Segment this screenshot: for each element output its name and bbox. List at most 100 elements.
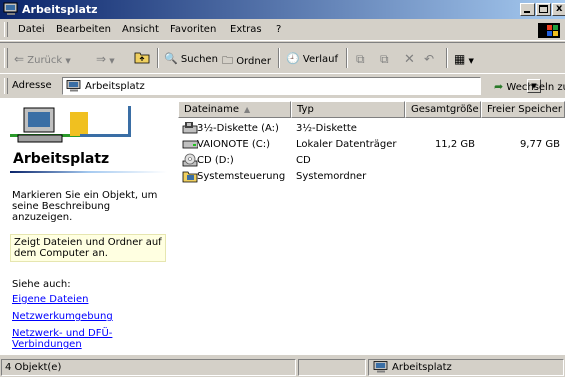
status-bar: 4 Objekt(e) Arbeitsplatz bbox=[0, 358, 565, 377]
row-name: 3½-Diskette (A:) bbox=[197, 123, 279, 134]
link-eigene-dateien[interactable]: Eigene Dateien bbox=[12, 294, 88, 305]
toolbar-separator bbox=[446, 48, 448, 68]
go-arrow-icon: ➦ bbox=[494, 80, 504, 93]
delete-icon: ✕ bbox=[404, 52, 415, 67]
web-view-pane: Arbeitsplatz Markieren Sie ein Objekt, u… bbox=[0, 98, 178, 355]
toolbar-separator bbox=[278, 48, 280, 68]
copy-to-icon: ⧉ bbox=[380, 52, 389, 66]
up-button[interactable] bbox=[134, 50, 150, 67]
chevron-down-icon: ▼ bbox=[468, 57, 474, 65]
maximize-button[interactable] bbox=[536, 3, 551, 16]
table-row[interactable]: CD (D:) CD bbox=[178, 152, 565, 168]
row-name: CD (D:) bbox=[197, 155, 234, 166]
address-input[interactable]: Arbeitsplatz ▼ bbox=[62, 77, 541, 95]
views-icon: ▦ bbox=[454, 52, 466, 66]
chevron-down-icon: ▼ bbox=[65, 57, 71, 65]
link-netzwerk-dfue[interactable]: Netzwerk- und DFÜ-Verbindungen bbox=[12, 328, 122, 350]
pane-note: Zeigt Dateien und Ordner auf dem Compute… bbox=[10, 234, 166, 262]
close-icon: x bbox=[556, 3, 563, 14]
menu-help[interactable]: ? bbox=[276, 24, 281, 35]
folder-up-icon bbox=[134, 52, 150, 64]
table-row[interactable]: 3½-Diskette (A:) 3½-Diskette bbox=[178, 120, 565, 136]
column-header-free[interactable]: Freier Speicher bbox=[481, 101, 565, 118]
cd-drive-icon bbox=[182, 153, 198, 167]
menu-datei[interactable]: Datei bbox=[18, 24, 45, 35]
history-icon: 🕘 bbox=[286, 52, 300, 65]
status-location: Arbeitsplatz bbox=[392, 362, 452, 373]
move-to-icon: ⧉ bbox=[356, 52, 365, 66]
computer-icon bbox=[3, 2, 18, 15]
row-type: Systemordner bbox=[296, 171, 367, 182]
folders-button[interactable]: 🗀 Ordner bbox=[222, 52, 271, 71]
undo-button[interactable]: ↶ bbox=[424, 52, 434, 66]
floppy-drive-icon bbox=[182, 122, 198, 134]
see-also-label: Siehe auch: bbox=[12, 279, 71, 290]
back-arrow-icon: ⇐ bbox=[14, 52, 25, 66]
table-row[interactable]: Systemsteuerung Systemordner bbox=[178, 168, 565, 184]
window-title: Arbeitsplatz bbox=[22, 3, 98, 16]
file-list: Dateiname ▲ Typ Gesamtgröße Freier Speich… bbox=[178, 98, 565, 355]
row-type: Lokaler Datenträger bbox=[296, 139, 397, 150]
search-icon: 🔍 bbox=[164, 52, 178, 65]
menu-bearbeiten[interactable]: Bearbeiten bbox=[56, 24, 111, 35]
explorer-window: Arbeitsplatz x Datei Bearbeiten Ansicht … bbox=[0, 0, 565, 377]
row-type: CD bbox=[296, 155, 311, 166]
views-button[interactable]: ▦ ▼ bbox=[454, 52, 474, 66]
forward-arrow-icon: ⇒ bbox=[96, 52, 107, 66]
row-name: VAIONOTE (C:) bbox=[197, 139, 270, 150]
menu-grip[interactable] bbox=[4, 22, 8, 37]
computer-icon bbox=[66, 80, 81, 92]
maximize-icon bbox=[539, 5, 548, 13]
forward-button[interactable]: ⇒ ▼ bbox=[96, 52, 115, 66]
address-bar: Adresse Arbeitsplatz ▼ ➦ Wechseln zu bbox=[0, 73, 565, 99]
row-type: 3½-Diskette bbox=[296, 123, 357, 134]
history-button[interactable]: 🕘 Verlauf bbox=[286, 52, 338, 65]
standard-toolbar: ⇐ Zurück ▼ ⇒ ▼ 🔍 Suchen 🗀 Ordner 🕘 Verla… bbox=[0, 42, 565, 73]
row-free: 9,77 GB bbox=[519, 139, 560, 150]
minimize-icon bbox=[524, 11, 530, 13]
copy-to-button[interactable]: ⧉ bbox=[380, 52, 389, 67]
column-header-name[interactable]: Dateiname ▲ bbox=[178, 101, 291, 118]
chevron-down-icon: ▼ bbox=[109, 57, 115, 65]
content-area: Arbeitsplatz Markieren Sie ein Objekt, u… bbox=[0, 98, 565, 355]
status-empty-panel bbox=[298, 359, 366, 376]
pane-hint: Markieren Sie ein Objekt, um seine Besch… bbox=[12, 190, 158, 223]
title-bar[interactable]: Arbeitsplatz x bbox=[0, 0, 565, 19]
status-count: 4 Objekt(e) bbox=[5, 362, 62, 373]
column-header-type[interactable]: Typ bbox=[291, 101, 405, 118]
status-count-panel: 4 Objekt(e) bbox=[1, 359, 296, 376]
link-netzwerkumgebung[interactable]: Netzwerkumgebung bbox=[12, 311, 113, 322]
menu-extras[interactable]: Extras bbox=[230, 24, 262, 35]
column-header-size[interactable]: Gesamtgröße bbox=[405, 101, 481, 118]
computer-hero-icon bbox=[10, 106, 131, 143]
close-button[interactable]: x bbox=[552, 3, 565, 16]
hard-drive-icon bbox=[182, 140, 198, 149]
computer-icon bbox=[373, 361, 388, 373]
menu-bar: Datei Bearbeiten Ansicht Favoriten Extra… bbox=[0, 20, 565, 41]
pane-divider bbox=[10, 171, 167, 173]
address-value: Arbeitsplatz bbox=[85, 81, 145, 92]
search-button[interactable]: 🔍 Suchen bbox=[164, 52, 218, 65]
minimize-button[interactable] bbox=[520, 3, 535, 16]
delete-button[interactable]: ✕ bbox=[404, 52, 415, 67]
address-label: Adresse bbox=[12, 80, 52, 91]
menu-favoriten[interactable]: Favoriten bbox=[170, 24, 216, 35]
status-location-panel: Arbeitsplatz bbox=[368, 359, 564, 376]
table-row[interactable]: VAIONOTE (C:) Lokaler Datenträger 11,2 G… bbox=[178, 136, 565, 152]
windows-logo-icon bbox=[538, 23, 560, 38]
control-panel-icon bbox=[182, 171, 198, 183]
sort-ascending-icon: ▲ bbox=[244, 105, 251, 114]
toolbar-separator bbox=[157, 48, 159, 68]
address-grip[interactable] bbox=[4, 78, 8, 94]
go-button[interactable]: ➦ Wechseln zu bbox=[494, 80, 565, 93]
menu-ansicht[interactable]: Ansicht bbox=[122, 24, 159, 35]
pane-title: Arbeitsplatz bbox=[13, 151, 110, 167]
toolbar-separator bbox=[346, 48, 348, 68]
undo-icon: ↶ bbox=[424, 52, 435, 66]
row-name: Systemsteuerung bbox=[197, 171, 286, 182]
toolbar-grip[interactable] bbox=[4, 48, 8, 68]
back-button[interactable]: ⇐ Zurück ▼ bbox=[14, 52, 71, 66]
move-to-button[interactable]: ⧉ bbox=[356, 52, 365, 67]
folders-icon: 🗀 bbox=[222, 54, 233, 67]
row-size: 11,2 GB bbox=[434, 139, 475, 150]
